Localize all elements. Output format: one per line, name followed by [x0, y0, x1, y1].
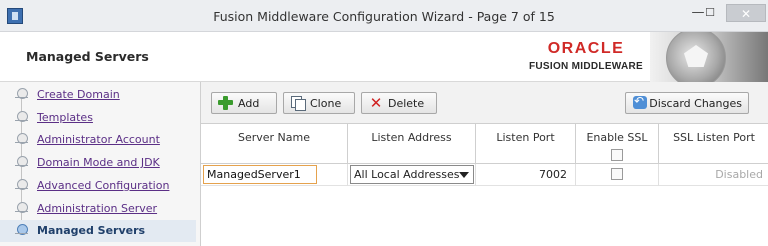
step-node-icon	[15, 202, 28, 215]
title-bar: Fusion Middleware Configuration Wizard -…	[0, 0, 768, 32]
plus-icon	[218, 96, 234, 110]
column-header-listen-port[interactable]: Listen Port	[476, 124, 576, 164]
enable-ssl-checkbox[interactable]	[611, 168, 623, 180]
dropdown-arrow-icon	[459, 172, 469, 178]
nav-step-label[interactable]: Create Domain	[37, 88, 120, 101]
clone-button[interactable]: Clone	[283, 92, 355, 114]
listen-address-value: All Local Addresses	[354, 168, 460, 181]
listen-address-select[interactable]: All Local Addresses	[350, 165, 474, 184]
brand-subtitle: FUSION MIDDLEWARE	[529, 61, 643, 72]
nav-step-label[interactable]: Advanced Configuration	[37, 179, 169, 192]
discard-button-label: Discard Changes	[649, 96, 742, 110]
step-node-icon	[15, 133, 28, 146]
undo-icon	[632, 94, 648, 110]
ssl-listen-port-value: Disabled	[715, 168, 763, 181]
table-header: Server Name Listen Address Listen Port E…	[201, 124, 768, 164]
nav-step-label[interactable]: Administration Server	[37, 202, 157, 215]
nav-step-templates[interactable]: Templates	[0, 107, 198, 129]
nav-step-administrator-account[interactable]: Administrator Account	[0, 129, 198, 151]
clone-button-label: Clone	[310, 96, 342, 110]
cell-server-name	[201, 164, 348, 186]
nav-step-advanced-configuration[interactable]: Advanced Configuration	[0, 175, 198, 197]
cell-listen-port[interactable]: 7002	[476, 164, 576, 186]
window-title: Fusion Middleware Configuration Wizard -…	[213, 9, 555, 24]
enable-ssl-select-all-checkbox[interactable]	[611, 149, 623, 161]
column-header-listen-address[interactable]: Listen Address	[348, 124, 476, 164]
nav-step-label: Managed Servers	[37, 224, 146, 237]
server-name-input[interactable]	[203, 165, 317, 184]
wizard-steps-nav: Create Domain Templates Administrator Ac…	[0, 82, 200, 246]
listen-port-value[interactable]: 7002	[539, 168, 567, 181]
header-decoration	[650, 32, 768, 82]
delete-x-icon: ✕	[369, 94, 383, 112]
nav-step-managed-servers[interactable]: Managed Servers	[0, 220, 196, 242]
page-title: Managed Servers	[26, 49, 149, 64]
column-header-ssl-listen-port[interactable]: SSL Listen Port	[659, 124, 768, 164]
column-header-server-name[interactable]: Server Name	[201, 124, 348, 164]
oracle-logo: ORACLE FUSION MIDDLEWARE	[522, 36, 650, 78]
delete-button[interactable]: ✕ Delete	[361, 92, 437, 114]
cell-enable-ssl	[576, 164, 659, 186]
step-node-icon	[15, 88, 28, 101]
maximize-button[interactable]: ☐	[700, 4, 720, 22]
nav-step-label[interactable]: Templates	[37, 111, 93, 124]
nav-step-label[interactable]: Administrator Account	[37, 133, 160, 146]
enable-ssl-header-label: Enable SSL	[586, 131, 648, 144]
nav-step-label[interactable]: Domain Mode and JDK	[37, 156, 160, 169]
brand-name: ORACLE	[547, 40, 625, 57]
nav-step-domain-mode-jdk[interactable]: Domain Mode and JDK	[0, 152, 198, 174]
column-header-enable-ssl[interactable]: Enable SSL	[576, 124, 659, 164]
table-row: All Local Addresses 7002 Disabled	[201, 164, 768, 186]
step-node-icon	[15, 156, 28, 169]
toolbar: Add Clone ✕ Delete Discard Changes	[201, 82, 768, 124]
cell-ssl-listen-port: Disabled	[659, 164, 768, 186]
nav-step-administration-server[interactable]: Administration Server	[0, 198, 198, 220]
main-panel: Add Clone ✕ Delete Discard Changes Serve…	[200, 82, 768, 246]
close-button[interactable]: ✕	[726, 4, 766, 22]
add-button-label: Add	[238, 96, 260, 110]
cell-listen-address: All Local Addresses	[348, 164, 476, 186]
add-button[interactable]: Add	[211, 92, 277, 114]
wizard-header: Managed Servers ORACLE FUSION MIDDLEWARE	[0, 32, 768, 82]
step-node-current-icon	[15, 224, 28, 237]
clone-icon	[290, 96, 306, 111]
delete-button-label: Delete	[388, 96, 425, 110]
discard-changes-button[interactable]: Discard Changes	[625, 92, 749, 114]
nav-step-create-domain[interactable]: Create Domain	[0, 84, 198, 106]
step-node-icon	[15, 179, 28, 192]
step-node-icon	[15, 111, 28, 124]
